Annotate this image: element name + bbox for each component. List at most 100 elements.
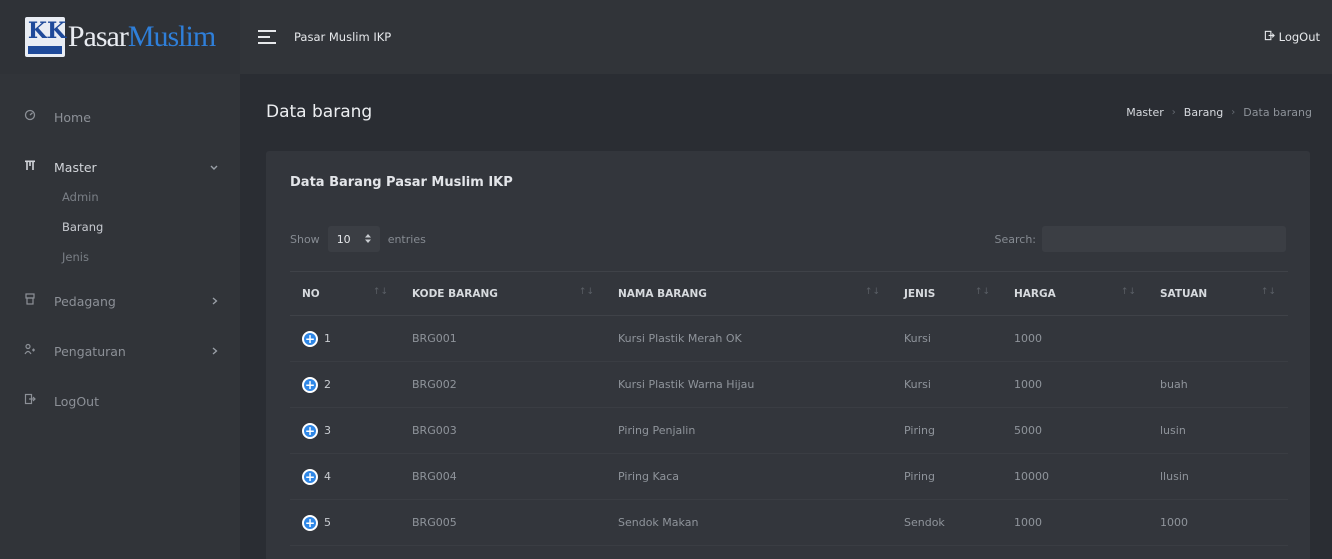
logo-text: PasarMuslim xyxy=(67,17,216,57)
table-row: +3 BRG003 Piring Penjalin Piring 5000 lu… xyxy=(290,408,1288,454)
sidebar-item-pengaturan[interactable]: Pengaturan xyxy=(0,326,240,376)
sidebar-item-label: Pengaturan xyxy=(54,343,126,359)
breadcrumb-separator: › xyxy=(1171,106,1176,118)
jenis-cell: Sendok xyxy=(904,516,945,529)
sidebar-subitem-jenis[interactable]: Jenis xyxy=(62,242,240,272)
search-label: Search: xyxy=(994,232,1037,246)
select-arrows-icon xyxy=(364,233,371,246)
logout-icon xyxy=(24,393,44,409)
row-no-cell: +1 xyxy=(290,316,400,361)
sidebar-item-logout[interactable]: LogOut xyxy=(0,376,240,426)
breadcrumb-master[interactable]: Master xyxy=(1126,106,1164,119)
table-header-row: NO ↑↓ KODE BARANG ↑↓ NAMA BARANG ↑↓ JENIS ↑↓… xyxy=(290,271,1288,316)
jenis-cell: Piring xyxy=(904,424,935,437)
sort-icon: ↑↓ xyxy=(864,287,880,297)
table-row: +1 BRG001 Kursi Plastik Merah OK Kursi 1… xyxy=(290,316,1288,362)
dashboard-icon xyxy=(24,109,44,125)
page-header: Data barang Master › Barang › Data baran… xyxy=(240,74,1332,150)
show-label: Show xyxy=(290,232,320,246)
jenis-cell: Kursi xyxy=(904,332,931,345)
row-no-cell: +3 xyxy=(290,408,400,453)
sort-icon: ↑↓ xyxy=(974,287,990,297)
satuan-cell: lusin xyxy=(1160,424,1186,437)
harga-cell: 10000 xyxy=(1014,470,1049,483)
expand-row-icon[interactable]: + xyxy=(302,330,318,347)
sidebar-item-label: LogOut xyxy=(54,393,99,409)
sidebar-item-pedagang[interactable]: Pedagang xyxy=(0,276,240,326)
expand-row-icon[interactable]: + xyxy=(302,468,318,485)
page-title: Data barang xyxy=(266,102,373,122)
logout-button[interactable]: LogOut xyxy=(1264,30,1320,44)
store-icon xyxy=(24,293,44,309)
nama-cell: Sendok Makan xyxy=(618,516,699,529)
sidebar-item-label: Pedagang xyxy=(54,293,116,309)
master-submenu: Admin Barang Jenis xyxy=(0,182,240,272)
sidebar-item-label: Home xyxy=(54,109,91,125)
chevron-down-icon xyxy=(210,160,218,174)
hamburger-menu-icon[interactable] xyxy=(258,30,276,44)
sort-icon: ↑↓ xyxy=(1120,287,1136,297)
table-row: +2 BRG002 Kursi Plastik Warna Hijau Kurs… xyxy=(290,362,1288,408)
column-header-jenis[interactable]: JENIS ↑↓ xyxy=(892,272,1002,316)
nama-cell: Piring Penjalin xyxy=(618,424,696,437)
table-controls: Show 10 entries Search: xyxy=(290,225,1286,253)
column-header-kode-barang[interactable]: KODE BARANG ↑↓ xyxy=(400,272,606,316)
logo-text-muslim: Muslim xyxy=(127,20,216,53)
sidebar: KK PasarMuslim Home Master Admin Barang … xyxy=(0,0,240,559)
harga-cell: 1000 xyxy=(1014,378,1042,391)
satuan-cell: 1000 xyxy=(1160,516,1188,529)
nama-cell: Piring Kaca xyxy=(618,470,680,483)
jenis-cell: Kursi xyxy=(904,378,931,391)
expand-row-icon[interactable]: + xyxy=(302,376,318,393)
logout-icon xyxy=(1264,30,1275,44)
row-no-cell: +2 xyxy=(290,362,400,407)
expand-row-icon[interactable]: + xyxy=(302,422,318,439)
logo-text-pasar: Pasar xyxy=(67,20,129,53)
column-header-harga[interactable]: HARGA ↑↓ xyxy=(1002,272,1148,316)
logo[interactable]: KK PasarMuslim xyxy=(24,17,216,57)
entries-control: Show 10 entries xyxy=(290,226,995,252)
main-content: Data barang Master › Barang › Data baran… xyxy=(240,74,1332,559)
kode-cell: BRG001 xyxy=(412,332,457,345)
data-table: NO ↑↓ KODE BARANG ↑↓ NAMA BARANG ↑↓ JENIS ↑↓… xyxy=(290,271,1288,546)
column-header-nama-barang[interactable]: NAMA BARANG ↑↓ xyxy=(606,272,892,316)
topbar: Pasar Muslim IKP LogOut xyxy=(240,0,1332,74)
kode-cell: BRG005 xyxy=(412,516,457,529)
sidebar-subitem-admin[interactable]: Admin xyxy=(62,182,240,212)
card-title: Data Barang Pasar Muslim IKP xyxy=(290,175,513,190)
sort-icon: ↑↓ xyxy=(1260,287,1276,297)
brand[interactable]: KK PasarMuslim xyxy=(0,0,240,74)
satuan-cell: llusin xyxy=(1160,470,1189,483)
harga-cell: 1000 xyxy=(1014,516,1042,529)
breadcrumb-barang[interactable]: Barang xyxy=(1184,106,1224,119)
satuan-cell: buah xyxy=(1160,378,1188,391)
column-header-no[interactable]: NO ↑↓ xyxy=(290,272,400,316)
sidebar-item-home[interactable]: Home xyxy=(0,92,240,142)
nama-cell: Kursi Plastik Warna Hijau xyxy=(618,378,755,391)
row-no-cell: +4 xyxy=(290,454,400,499)
harga-cell: 1000 xyxy=(1014,332,1042,345)
breadcrumb-separator: › xyxy=(1231,106,1236,118)
logo-mark-letters: KK xyxy=(27,18,67,44)
search-input[interactable] xyxy=(1042,226,1286,252)
harga-cell: 5000 xyxy=(1014,424,1042,437)
row-no-cell: +5 xyxy=(290,500,400,545)
user-settings-icon xyxy=(24,343,44,359)
nama-cell: Kursi Plastik Merah OK xyxy=(618,332,742,345)
jenis-cell: Piring xyxy=(904,470,935,483)
kode-cell: BRG003 xyxy=(412,424,457,437)
logout-label: LogOut xyxy=(1278,30,1320,44)
sidebar-item-label: Master xyxy=(54,159,97,175)
data-card: Data Barang Pasar Muslim IKP Show 10 ent… xyxy=(266,151,1310,559)
table-row: +5 BRG005 Sendok Makan Sendok 1000 1000 xyxy=(290,500,1288,546)
sidebar-subitem-barang[interactable]: Barang xyxy=(62,212,240,242)
satuan-cell xyxy=(1148,316,1288,362)
sidebar-menu: Home Master Admin Barang Jenis Pedagang xyxy=(0,74,240,426)
kode-cell: BRG002 xyxy=(412,378,457,391)
kode-cell: BRG004 xyxy=(412,470,457,483)
search-control: Search: xyxy=(994,226,1286,252)
expand-row-icon[interactable]: + xyxy=(302,514,318,531)
breadcrumb-current: Data barang xyxy=(1243,105,1312,119)
entries-select[interactable]: 10 xyxy=(327,226,380,252)
column-header-satuan[interactable]: SATUAN ↑↓ xyxy=(1148,272,1288,316)
